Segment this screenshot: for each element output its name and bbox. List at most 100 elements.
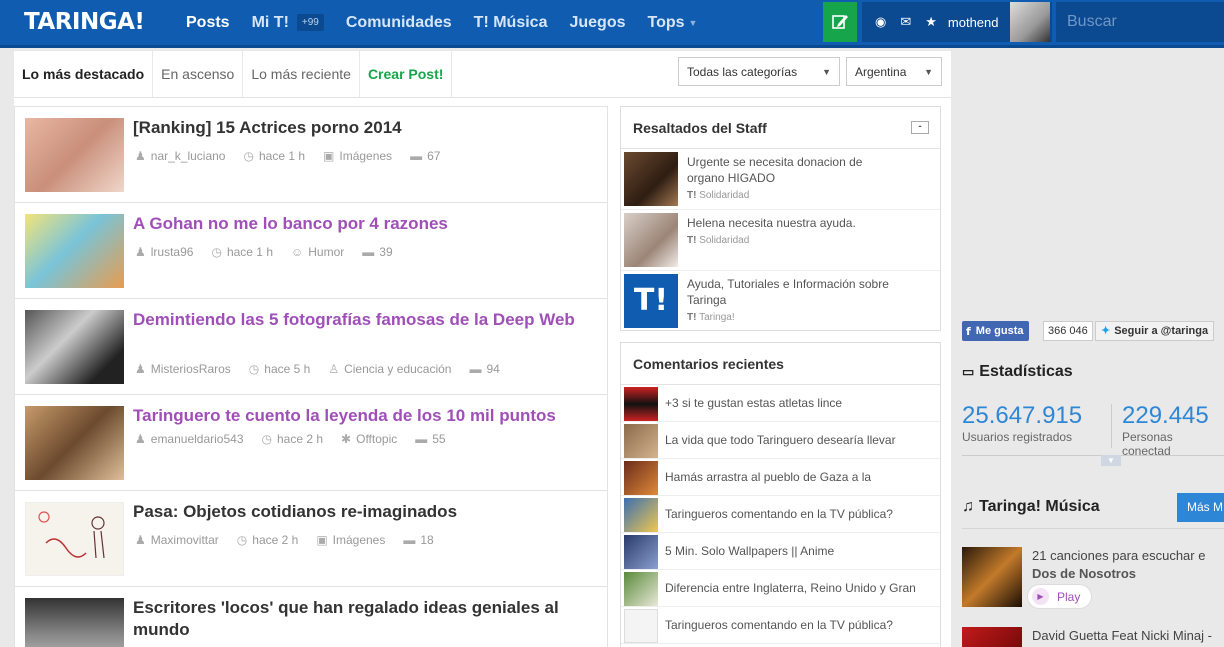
staff-thumbnail[interactable] [624, 152, 678, 206]
music-title: ♫ Taringa! Música [962, 498, 1100, 515]
play-icon: ▶ [1032, 588, 1049, 605]
list-item[interactable]: [Ranking] 15 Actrices porno 2014 ♟ nar_k_… [14, 106, 608, 202]
comment-thumbnail [624, 498, 658, 532]
category-select[interactable]: Todas las categorías ▼ [678, 57, 840, 86]
compose-icon [832, 15, 848, 29]
taringa-logo-icon[interactable]: T! [624, 274, 678, 328]
divider [962, 528, 1224, 529]
eye-icon[interactable]: ◉ [875, 14, 886, 30]
twitter-follow-button[interactable]: ✦ Seguir a @taringa [1095, 321, 1215, 341]
sketch-illustration [38, 511, 105, 559]
tab-destacado[interactable]: Lo más destacado [14, 51, 154, 97]
list-item[interactable]: 5 Min. Solo Wallpapers || Anime [621, 533, 940, 570]
play-button[interactable]: ▶ Play [1027, 584, 1092, 609]
list-item[interactable]: Taringueros comentando en la TV pública? [621, 496, 940, 533]
clock-icon: ◷ [248, 362, 260, 376]
flask-icon: ♙ [328, 362, 340, 376]
list-item[interactable]: Taringueros comentando en la TV pública? [621, 607, 940, 644]
post-title[interactable]: Taringuero te cuento la leyenda de los 1… [133, 405, 593, 427]
music-thumbnail[interactable] [962, 627, 1022, 647]
music-note-icon: ♫ [962, 498, 974, 515]
notification-badge: +99 [296, 14, 324, 31]
clock-icon: ◷ [211, 245, 222, 259]
chevron-down-icon: ▼ [924, 66, 933, 77]
username[interactable]: mothend [948, 15, 999, 30]
post-thumbnail[interactable] [25, 406, 124, 480]
search-input[interactable] [1056, 2, 1224, 42]
nav-comunidades[interactable]: Comunidades [346, 14, 452, 32]
music-item-artist[interactable]: Dos de Nosotros [1032, 566, 1136, 581]
more-music-button[interactable]: Más M [1177, 493, 1224, 522]
post-title[interactable]: [Ranking] 15 Actrices porno 2014 [133, 117, 593, 139]
image-icon: ▣ [316, 533, 328, 547]
comment-icon: ▬ [415, 432, 428, 446]
main-nav: Posts Mi T! +99 Comunidades T! Música Jue… [186, 0, 719, 45]
post-title[interactable]: Escritores 'locos' que han regalado idea… [133, 597, 593, 641]
mail-icon[interactable]: ✉ [900, 14, 911, 30]
list-item[interactable]: La vida que todo Taringuero desearía lle… [621, 422, 940, 459]
comment-thumbnail [624, 424, 658, 458]
tab-reciente[interactable]: Lo más reciente [243, 51, 360, 97]
chevron-down-icon[interactable]: ▼ [1101, 455, 1121, 466]
post-thumbnail[interactable] [25, 598, 124, 647]
list-item[interactable]: T! Ayuda, Tutoriales e Información sobre… [621, 271, 940, 332]
nav-tops[interactable]: Tops ▼ [647, 14, 697, 32]
music-item-title[interactable]: 21 canciones para escuchar e [1032, 548, 1205, 563]
list-item[interactable]: Taringuero te cuento la leyenda de los 1… [14, 394, 608, 490]
avatar[interactable] [1010, 2, 1050, 42]
post-thumbnail[interactable] [25, 214, 124, 288]
registered-users-value: 25.647.915 [962, 402, 1083, 429]
post-meta: ♟ emanueldario543 ◷ hace 2 h ✱ Offtopic ▬ 55 [135, 432, 446, 446]
music-item-title[interactable]: David Guetta Feat Nicki Minaj - [1032, 628, 1212, 643]
post-thumbnail[interactable] [25, 118, 124, 192]
nav-musica[interactable]: T! Música [474, 14, 548, 32]
list-item[interactable]: Diferencia entre Inglaterra, Reino Unido… [621, 570, 940, 607]
post-title[interactable]: A Gohan no me lo banco por 4 razones [133, 213, 593, 235]
list-item[interactable]: A Gohan no me lo banco por 4 razones ♟ lr… [14, 202, 608, 298]
list-item[interactable]: Pasa: Objetos cotidianos re-imaginados ♟… [14, 490, 608, 586]
star-icon[interactable]: ★ [925, 14, 937, 30]
post-title[interactable]: Demintiendo las 5 fotografías famosas de… [133, 309, 593, 331]
post-thumbnail[interactable] [25, 502, 124, 576]
top-navbar: TARINGA! Posts Mi T! +99 Comunidades T! M… [0, 0, 1224, 48]
nav-mi-t[interactable]: Mi T! +99 [252, 14, 324, 32]
nav-posts[interactable]: Posts [186, 14, 230, 32]
gear-icon: ✱ [341, 432, 352, 446]
user-icon: ♟ [135, 432, 146, 446]
facebook-icon: f [966, 324, 971, 338]
comments-box-title: Comentarios recientes [621, 343, 940, 385]
comment-thumbnail [624, 535, 658, 569]
staff-box-title: Resaltados del Staff - [621, 107, 940, 149]
comment-icon: ▬ [410, 149, 423, 163]
music-thumbnail[interactable] [962, 547, 1022, 607]
create-post-button[interactable]: Crear Post! [360, 51, 453, 97]
facebook-like-button[interactable]: f Me gusta [962, 321, 1030, 341]
list-item[interactable]: Escritores 'locos' que han regalado idea… [14, 586, 608, 647]
taringa-logo[interactable]: TARINGA! [24, 9, 145, 35]
image-icon: ▣ [323, 149, 335, 163]
registered-users-label: Usuarios registrados [962, 430, 1073, 444]
collapse-button[interactable]: - [911, 121, 929, 134]
compose-button[interactable] [823, 2, 857, 42]
clock-icon: ◷ [261, 432, 272, 446]
nav-juegos[interactable]: Juegos [569, 14, 625, 32]
clock-icon: ◷ [236, 533, 248, 547]
post-title[interactable]: Pasa: Objetos cotidianos re-imaginados [133, 501, 593, 523]
comment-thumbnail [624, 387, 658, 421]
tab-ascenso[interactable]: En ascenso [153, 51, 244, 97]
list-item[interactable]: Hamás arrastra al pueblo de Gaza a la [621, 459, 940, 496]
country-select[interactable]: Argentina ▼ [846, 57, 942, 86]
comment-icon: ▬ [403, 533, 416, 547]
post-list: [Ranking] 15 Actrices porno 2014 ♟ nar_k_… [14, 106, 608, 647]
user-icon: ♟ [135, 245, 146, 259]
post-thumbnail[interactable] [25, 310, 124, 384]
list-item[interactable]: Demintiendo las 5 fotografías famosas de… [14, 298, 608, 394]
list-item[interactable]: Urgente se necesita donacion de organo H… [621, 149, 940, 210]
user-icon: ♟ [135, 362, 146, 376]
staff-highlights-box: Resaltados del Staff - Urgente se necesi… [620, 106, 941, 331]
post-meta: ♟ Maximovittar ◷ hace 2 h ▣ Imágenes ▬ 18 [135, 533, 434, 547]
list-item[interactable]: +3 si te gustan estas atletas lince [621, 385, 940, 422]
divider [962, 455, 1224, 456]
list-item[interactable]: Helena necesita nuestra ayuda. T! Solidar… [621, 210, 940, 271]
staff-thumbnail[interactable] [624, 213, 678, 267]
